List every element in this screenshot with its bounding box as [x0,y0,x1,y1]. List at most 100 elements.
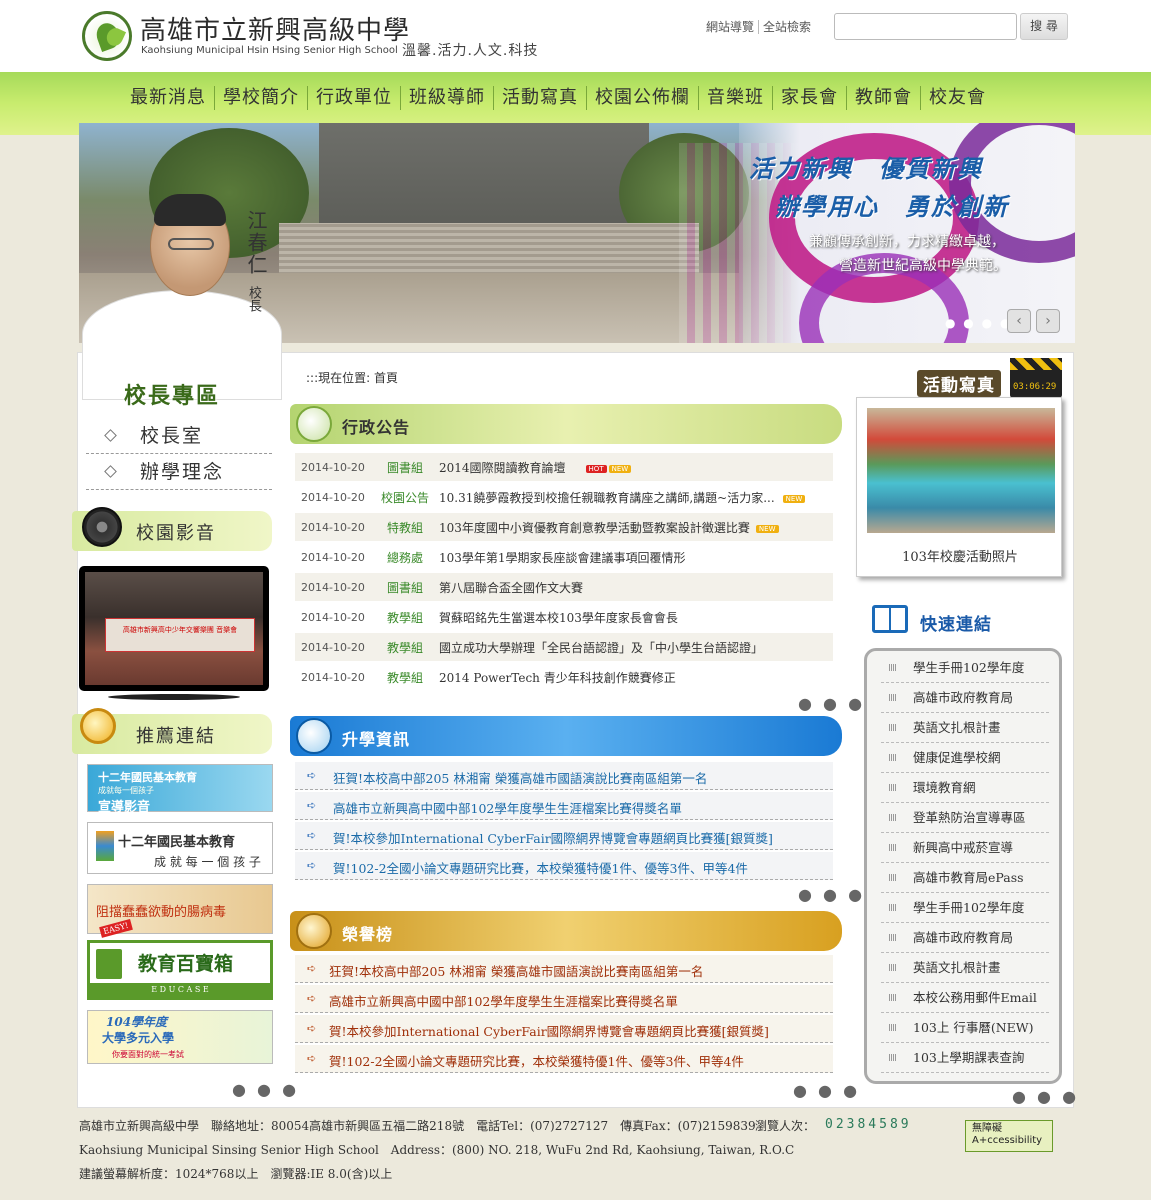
quick-link[interactable]: 學生手冊102學年度 [881,653,1049,683]
arrow-icon: ➪ [307,829,317,842]
new-badge: NEW [608,464,632,473]
honor-more-button[interactable]: ● ● ● [793,1081,860,1100]
list-item[interactable]: ➪ 狂賀!本校高中部205 林湘甯 榮獲高雄市國語演說比賽南區組第一名 [295,762,833,790]
nav-item-teachers[interactable]: 班級導師 [401,86,494,110]
nav-item-parents[interactable]: 家長會 [773,86,847,110]
nav-item-alumni[interactable]: 校友會 [921,86,994,110]
quick-link[interactable]: 103上 行事曆(NEW) [881,1013,1049,1043]
banner-pager-dots[interactable]: ● ● ● ● [945,316,1012,330]
video-frame-banner: 高雄市新興高中少年交響樂團 音樂會 [105,618,255,652]
list-item[interactable]: ➪ 高雄市立新興高中國中部102學年度學生生涯檔案比賽得獎名單 [295,985,833,1013]
nav-item-bulletin[interactable]: 校園公佈欄 [587,86,699,110]
new-badge: NEW [755,524,779,533]
site-search-link[interactable]: 全站檢索 [759,20,815,34]
ad-educase[interactable]: 教育百寶箱 E D U C A S E [87,940,273,1000]
study-more-button[interactable]: ● ● ● [798,885,865,904]
nav-item-admin[interactable]: 行政單位 [308,86,401,110]
principal-office-link[interactable]: 校長室 [86,418,272,454]
quick-link[interactable]: 高雄市政府教育局 [881,683,1049,713]
quick-link[interactable]: 英語文扎根計畫 [881,713,1049,743]
activity-photos-title[interactable]: 活動寫真 [917,370,1001,397]
school-logo[interactable] [82,11,132,61]
nav-item-news[interactable]: 最新消息 [122,86,215,110]
table-row[interactable]: 2014-10-20 教學組 賀蘇昭銘先生當選本校103學年度家長會會長 [295,603,833,631]
links-more-button[interactable]: ● ● ● [232,1080,299,1099]
school-name-zh[interactable]: 高雄市立新興高級中學 [140,10,410,47]
magnifier-icon [80,708,116,744]
search-input[interactable] [834,13,1017,40]
principal-menu: 校長室 辦學理念 [86,418,272,490]
arrow-icon: ➪ [307,1052,317,1065]
nav-item-music[interactable]: 音樂班 [699,86,773,110]
clapperboard-icon: 03:06:29 [1010,358,1062,398]
banner-prev-button[interactable]: ‹ [1007,309,1031,333]
nav-item-intro[interactable]: 學校簡介 [215,86,308,110]
table-row[interactable]: 2014-10-20 校園公告 10.31饒夢霞教授到校擔任親職教育講座之講師,… [295,483,833,511]
links-section-header: 推薦連結 [72,708,272,754]
quick-link[interactable]: 學生手冊102學年度 [881,893,1049,923]
ad-12-year-education[interactable]: 十二年國民基本教育 成 就 每 一 個 孩 子 [87,822,273,874]
table-row[interactable]: 2014-10-20 圖書組 第八屆聯合盃全國作文大賽 [295,573,833,601]
table-row[interactable]: 2014-10-20 總務處 103學年第1學期家長座談會建議事項回覆情形 [295,543,833,571]
list-item[interactable]: ➪ 狂賀!本校高中部205 林湘甯 榮獲高雄市國語演說比賽南區組第一名 [295,955,833,983]
study-section-header: 升學資訊 [290,716,842,756]
new-badge: NEW [782,494,806,503]
quick-link[interactable]: 新興高中戒菸宣導 [881,833,1049,863]
principal-name: 江春仁 [244,210,268,276]
list-item[interactable]: ➪ 賀!102-2全國小論文專題研究比賽，本校榮獲特優1件、優等3件、甲等4件 [295,852,833,880]
principal-zone-label: 校長專區 [124,383,221,409]
quick-link[interactable]: 高雄市教育局ePass [881,863,1049,893]
philosophy-link[interactable]: 辦學理念 [86,454,272,490]
school-motto: 溫馨.活力.人文.科技 [402,43,539,59]
banner-slogan-3: 兼顧傳承創新，力求精緻卓越， [809,234,1005,250]
ad-enterovirus[interactable]: 阻擋蠢蠢欲動的腸病毒 EASY! [87,884,273,938]
nav-item-photos[interactable]: 活動寫真 [494,86,587,110]
nav-item-teachers-assoc[interactable]: 教師會 [847,86,921,110]
admin-more-button[interactable]: ● ● ● [798,694,865,713]
visitor-counter: 02384589 [825,1117,912,1132]
arrow-icon: ➪ [307,992,317,1005]
accessibility-badge[interactable]: 無障礙 A+ccessibility [965,1120,1053,1152]
site-map-link[interactable]: 網站導覽 [702,20,760,34]
clock-readout: 03:06:29 [1013,382,1057,392]
visitor-counter-label: 瀏覽人次： [755,1119,816,1133]
list-item[interactable]: ➪ 賀!本校參加International CyberFair國際網界博覽會專題網… [295,1015,833,1043]
table-row[interactable]: 2014-10-20 教學組 2014 PowerTech 青少年科技創作競賽修… [295,663,833,691]
activity-photo[interactable] [867,408,1055,533]
ad-university-admission[interactable]: 104學年度 大學多元入學 你要面對的統一考試 [87,1010,273,1064]
banner-next-button[interactable]: › [1036,309,1060,333]
quick-link[interactable]: 高雄市政府教育局 [881,923,1049,953]
footer-browser-note: 建議螢幕解析度：1024*768以上 瀏覽器:IE 8.0(含)以上 [79,1167,393,1181]
activity-photo-caption[interactable]: 103年校慶活動照片 [857,546,1063,565]
quick-link[interactable]: 健康促進學校網 [881,743,1049,773]
principal-title: 校長 [246,286,261,312]
video-section-header: 校園影音 [72,507,272,551]
table-row[interactable]: 2014-10-20 教學組 國立成功大學辦理「全民台語認證」及「中小學生台語認… [295,633,833,661]
list-item[interactable]: ➪ 賀!102-2全國小論文專題研究比賽，本校榮獲特優1件、優等3件、甲等4件 [295,1045,833,1073]
film-reel-icon [82,507,122,547]
table-row[interactable]: 2014-10-20 特教組 103年度國中小資優教育創意教學活動暨教案設計徵選… [295,513,833,541]
list-item[interactable]: ➪ 賀!本校參加International CyberFair國際網界博覽會專題網… [295,822,833,850]
quick-link[interactable]: 登革熱防治宣導專區 [881,803,1049,833]
activity-photo-card[interactable]: 103年校慶活動照片 [856,397,1062,577]
quick-link[interactable]: 103上學期課表查詢 [881,1043,1049,1073]
breadcrumb: :::現在位置: 首頁 [306,371,398,385]
ad-12-year-education-video[interactable]: 十二年國民基本教育 成就每一個孩子 宣導影音 [87,764,273,815]
video-player[interactable]: 高雄市新興高中少年交響樂團 音樂會 [79,566,269,691]
arrow-icon: ➪ [307,962,317,975]
school-name-en: Kaohsiung Municipal Hsin Hsing Senior Hi… [141,45,398,56]
list-item[interactable]: ➪ 高雄市立新興高中國中部102學年度學生生涯檔案比賽得獎名單 [295,792,833,820]
quick-link[interactable]: 英語文扎根計畫 [881,953,1049,983]
footer-contact: 高雄市立新興高級中學 聯絡地址：80054高雄市新興區五福二路218號 電話Te… [79,1119,756,1133]
table-row[interactable]: 2014-10-20 圖書組 2014國際閱讀教育論壇 HOT NEW [295,453,833,481]
quick-link[interactable]: 本校公務用郵件Email [881,983,1049,1013]
book-icon [872,605,908,633]
quick-links-header: 快速連結 [872,605,1062,639]
search-button[interactable]: 搜 尋 [1020,13,1068,40]
arrow-icon: ➪ [307,859,317,872]
graduation-cap-icon [296,718,332,754]
quick-links-more-button[interactable]: ● ● ● [1012,1087,1079,1106]
quick-links-panel: 學生手冊102學年度 高雄市政府教育局 英語文扎根計畫 健康促進學校網 環境教育… [864,648,1062,1084]
education-logo-icon [96,831,114,861]
quick-link[interactable]: 環境教育網 [881,773,1049,803]
